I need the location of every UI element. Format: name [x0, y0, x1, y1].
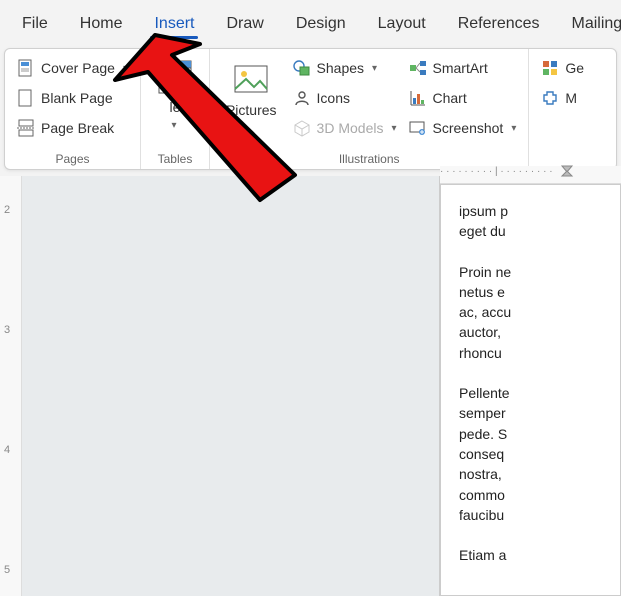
- my-addins-button[interactable]: M: [537, 85, 588, 111]
- ruler-tick: 3: [4, 324, 10, 336]
- group-label-illustrations: Illustrations: [210, 152, 528, 166]
- cube-icon: [293, 119, 311, 137]
- shapes-icon: [293, 59, 311, 77]
- doc-text: auctor,: [459, 324, 501, 340]
- group-pages: Cover Page ▾ Blank Page Page Break Pages: [5, 49, 141, 169]
- blank-page-icon: [17, 89, 35, 107]
- doc-text: Pellente: [459, 385, 510, 401]
- ribbon-tab-bar: File Home Insert Draw Design Layout Refe…: [0, 0, 621, 48]
- vertical-ruler[interactable]: 2 3 4 5: [0, 176, 22, 596]
- page-break-label: Page Break: [41, 120, 114, 136]
- smartart-label: SmartArt: [433, 60, 488, 76]
- doc-text: netus e: [459, 284, 505, 300]
- ruler-tick: 4: [4, 444, 10, 456]
- chevron-down-icon: ▾: [391, 123, 396, 134]
- ruler-tick: 2: [4, 204, 10, 216]
- indent-marker[interactable]: [560, 164, 574, 178]
- my-addins-label: M: [565, 90, 577, 106]
- chart-button[interactable]: Chart: [405, 85, 521, 111]
- group-label-tables: Tables: [141, 152, 209, 166]
- group-addins: Ge M: [529, 49, 596, 169]
- doc-text: commo: [459, 487, 505, 503]
- tab-home[interactable]: Home: [64, 5, 139, 43]
- get-addins-label: Ge: [565, 60, 584, 76]
- icons-label: Icons: [317, 90, 350, 106]
- doc-text: rhoncu: [459, 345, 502, 361]
- tab-insert[interactable]: Insert: [138, 5, 210, 43]
- table-icon: [157, 59, 193, 95]
- pictures-icon: [233, 62, 269, 98]
- screenshot-button[interactable]: Screenshot ▾: [405, 115, 521, 141]
- pictures-button[interactable]: Pictures ▾: [218, 55, 285, 141]
- chevron-down-icon: ▾: [372, 63, 377, 74]
- smartart-button[interactable]: SmartArt: [405, 55, 521, 81]
- chart-label: Chart: [433, 90, 467, 106]
- smartart-icon: [409, 59, 427, 77]
- doc-text: Proin ne: [459, 264, 511, 280]
- tab-draw[interactable]: Draw: [210, 5, 279, 43]
- horizontal-ruler[interactable]: · · · · · · · · · | · · · · · · · · ·: [440, 166, 621, 184]
- group-label-pages: Pages: [5, 152, 140, 166]
- chevron-down-icon: ▾: [123, 63, 128, 74]
- icons-icon: [293, 89, 311, 107]
- ribbon: Cover Page ▾ Blank Page Page Break Pages: [4, 48, 617, 170]
- tab-references[interactable]: References: [442, 5, 556, 43]
- doc-text: faucibu: [459, 507, 504, 523]
- ruler-tick: 5: [4, 564, 10, 576]
- 3d-models-label: 3D Models: [317, 120, 384, 136]
- doc-text: nostra,: [459, 466, 502, 482]
- blank-page-button[interactable]: Blank Page: [13, 85, 132, 111]
- document-page[interactable]: ipsum p eget du Proin ne netus e ac, acc…: [440, 184, 621, 596]
- page-break-button[interactable]: Page Break: [13, 115, 132, 141]
- shapes-label: Shapes: [317, 60, 364, 76]
- cover-page-button[interactable]: Cover Page ▾: [13, 55, 132, 81]
- table-label: le: [170, 99, 181, 115]
- doc-text: semper: [459, 405, 506, 421]
- chevron-down-icon: ▾: [228, 123, 233, 134]
- doc-text: ac, accu: [459, 304, 511, 320]
- screenshot-label: Screenshot: [433, 120, 504, 136]
- page-break-icon: [17, 119, 35, 137]
- chart-icon: [409, 89, 427, 107]
- document-area: · · · · · · · · · | · · · · · · · · · 2 …: [0, 176, 621, 596]
- tab-design[interactable]: Design: [280, 5, 362, 43]
- doc-text: eget du: [459, 223, 506, 239]
- cover-page-label: Cover Page: [41, 60, 115, 76]
- screenshot-icon: [409, 119, 427, 137]
- doc-text: conseq: [459, 446, 504, 462]
- doc-text: pede. S: [459, 426, 507, 442]
- group-tables: le ▾ Tables: [141, 49, 210, 169]
- 3d-models-button[interactable]: 3D Models ▾: [289, 115, 401, 141]
- addins-icon: [541, 89, 559, 107]
- doc-text: ipsum p: [459, 203, 508, 219]
- doc-text: Etiam a: [459, 547, 506, 563]
- tab-layout[interactable]: Layout: [362, 5, 442, 43]
- table-button[interactable]: le ▾: [149, 55, 201, 135]
- page-margin-area: [22, 176, 440, 596]
- get-addins-button[interactable]: Ge: [537, 55, 588, 81]
- cover-page-icon: [17, 59, 35, 77]
- pictures-label: Pictures: [226, 102, 277, 118]
- group-illustrations: Pictures ▾ Shapes ▾ Icons: [210, 49, 529, 169]
- shapes-button[interactable]: Shapes ▾: [289, 55, 401, 81]
- blank-page-label: Blank Page: [41, 90, 113, 106]
- tab-file[interactable]: File: [6, 5, 64, 43]
- chevron-down-icon: ▾: [511, 123, 516, 134]
- store-icon: [541, 59, 559, 77]
- icons-button[interactable]: Icons: [289, 85, 401, 111]
- chevron-down-icon: ▾: [172, 120, 177, 131]
- tab-mailings[interactable]: Mailings: [556, 5, 621, 43]
